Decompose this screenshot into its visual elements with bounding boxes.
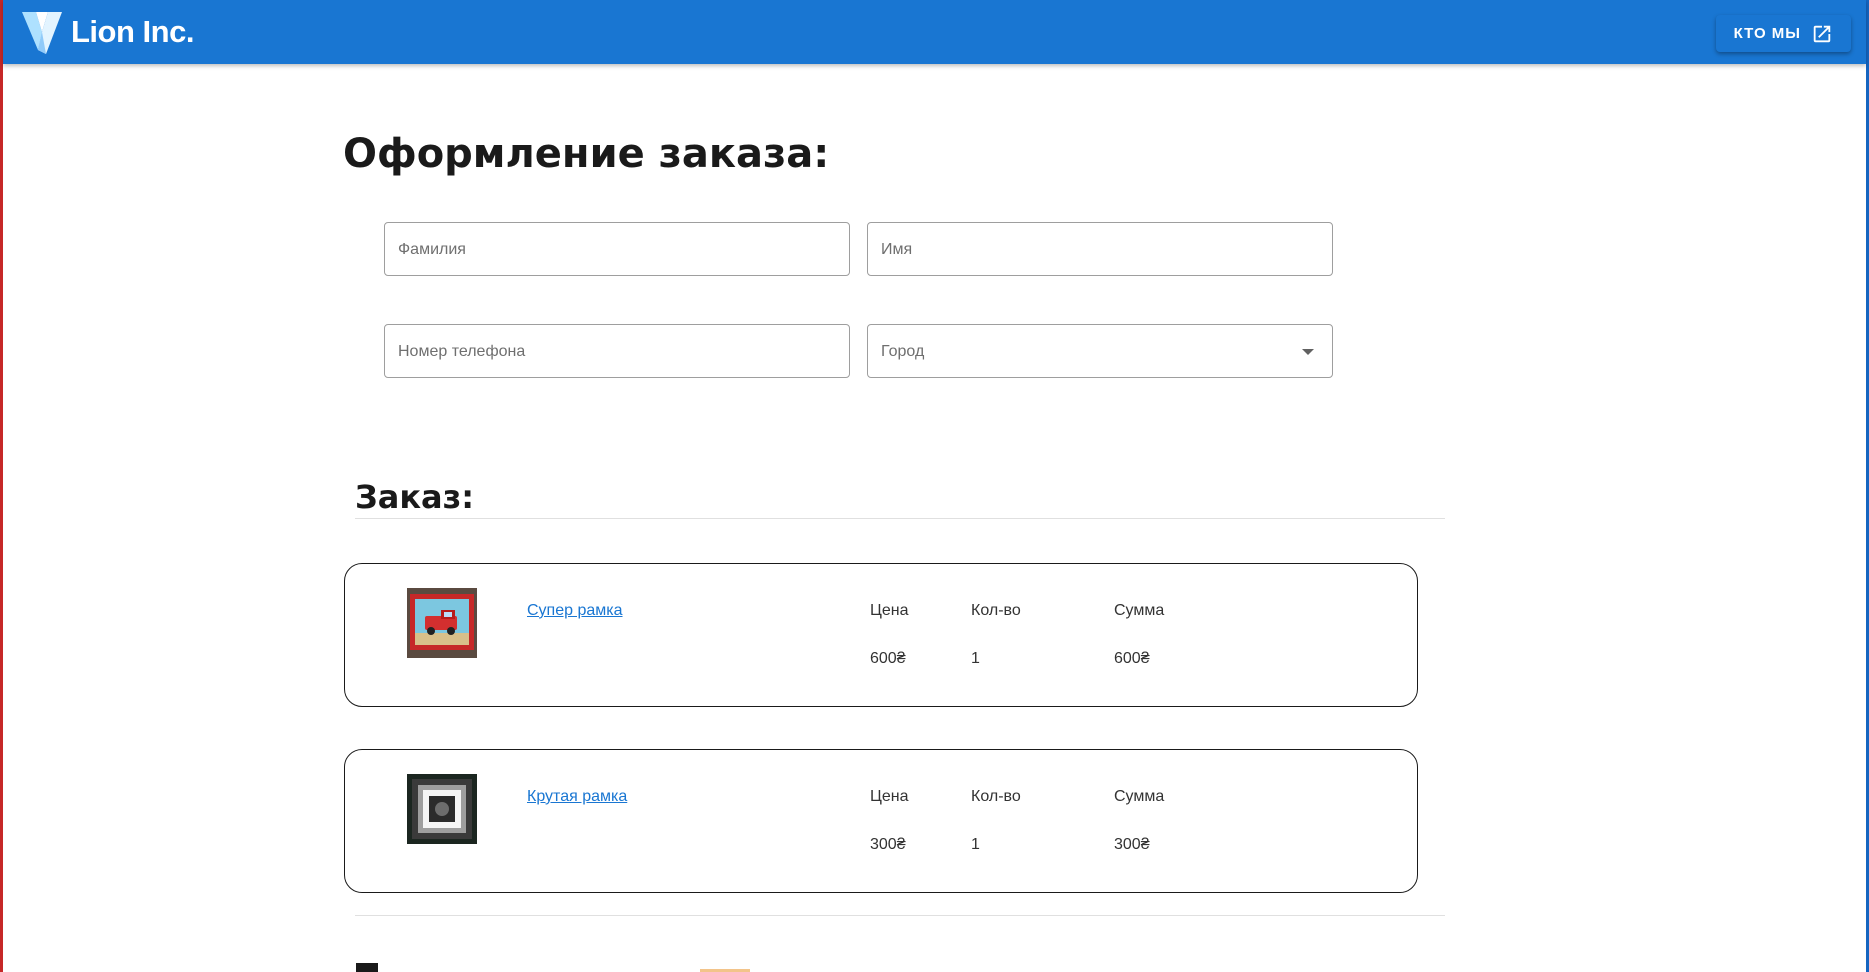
about-us-button[interactable]: КТО МЫ (1715, 15, 1851, 52)
quantity-label: Кол-во (971, 602, 1021, 619)
last-name-field[interactable] (384, 222, 850, 277)
order-item-card: Супер рамка Цена Кол-во Сумма 600₴ 1 600… (344, 563, 1418, 707)
phone-field[interactable] (384, 324, 850, 379)
order-divider-bottom (355, 915, 1445, 916)
quantity-value: 1 (971, 650, 980, 667)
brand-name[interactable]: Lion Inc. (71, 12, 194, 52)
quantity-label: Кол-во (971, 788, 1021, 805)
last-name-input[interactable] (396, 223, 820, 277)
product-link[interactable]: Супер рамка (527, 602, 623, 620)
vuetify-logo-icon (22, 12, 62, 54)
price-label: Цена (870, 788, 909, 805)
sum-label: Сумма (1114, 788, 1165, 805)
sum-value: 600₴ (1114, 650, 1150, 667)
order-item-card: Крутая рамка Цена Кол-во Сумма 300₴ 1 30… (344, 749, 1418, 893)
dropdown-arrow-icon[interactable] (1302, 349, 1314, 355)
price-value: 300₴ (870, 836, 906, 853)
order-section-title: Заказ: (355, 478, 475, 516)
product-thumbnail-red-frame (407, 588, 477, 658)
first-name-input[interactable] (879, 223, 1303, 277)
product-thumbnail-dark-frame (407, 774, 477, 844)
app-bar: Lion Inc. КТО МЫ (3, 0, 1866, 64)
sum-value: 300₴ (1114, 836, 1150, 853)
city-input[interactable] (879, 325, 1303, 379)
about-us-label: КТО МЫ (1733, 25, 1801, 42)
page-title: Оформление заказа: (343, 131, 830, 177)
window-edge-left (0, 0, 3, 972)
price-value: 600₴ (870, 650, 906, 667)
first-name-field[interactable] (867, 222, 1333, 277)
product-link[interactable]: Крутая рамка (527, 788, 627, 806)
cut-off-heading (356, 963, 378, 972)
phone-input[interactable] (396, 325, 820, 379)
sum-label: Сумма (1114, 602, 1165, 619)
price-label: Цена (870, 602, 909, 619)
open-in-new-icon (1813, 25, 1831, 42)
city-select[interactable] (867, 324, 1333, 379)
quantity-value: 1 (971, 836, 980, 853)
order-divider-top (355, 518, 1445, 519)
